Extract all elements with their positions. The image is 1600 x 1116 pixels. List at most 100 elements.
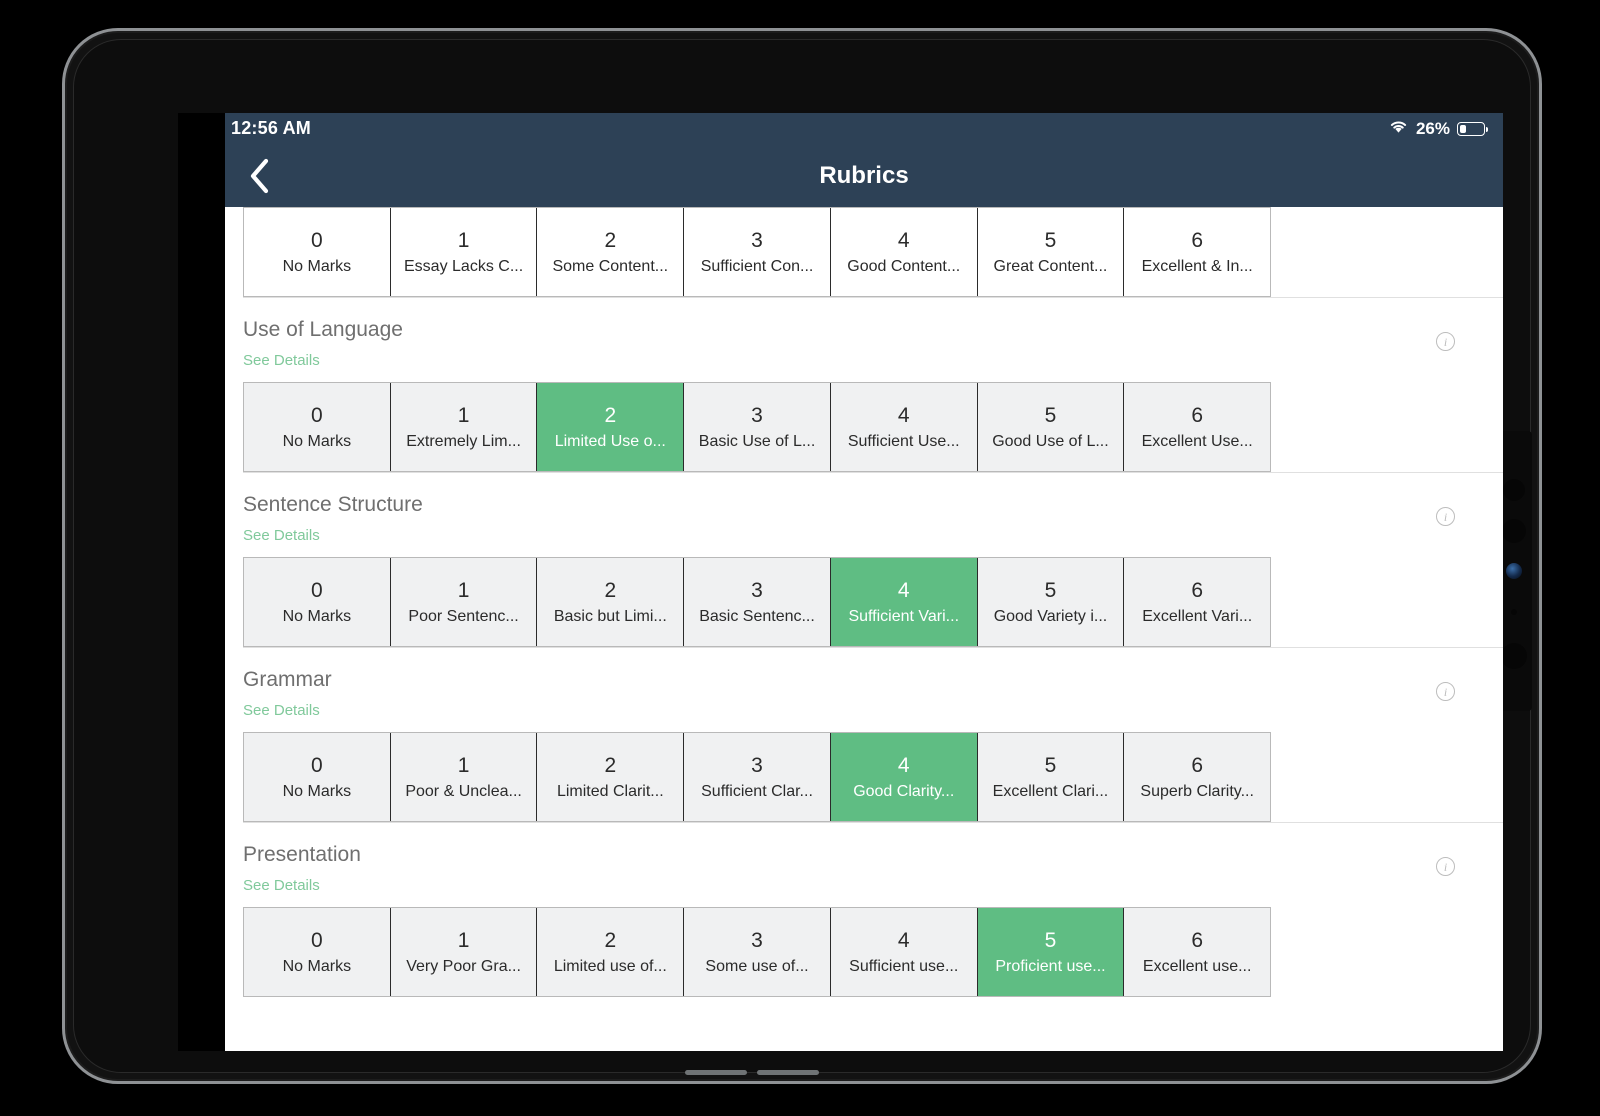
rubric-level-cell[interactable]: 6Superb Clarity... bbox=[1124, 733, 1270, 821]
level-label: Excellent Vari... bbox=[1142, 609, 1252, 625]
info-circle-icon[interactable]: i bbox=[1436, 507, 1455, 526]
section-header: Sentence Structure See Details i bbox=[225, 473, 1503, 545]
level-label: Sufficient use... bbox=[849, 959, 958, 975]
level-score: 6 bbox=[1191, 405, 1203, 426]
section-header: GrammarSee Detailsi bbox=[225, 648, 1503, 720]
rubric-level-cell[interactable]: 1Very Poor Gra... bbox=[391, 908, 538, 996]
level-label: No Marks bbox=[283, 959, 351, 975]
rubric-level-cell[interactable]: 0 No Marks bbox=[244, 733, 391, 821]
rubric-level-cell[interactable]: 1Poor & Unclea... bbox=[391, 733, 538, 821]
rubric-level-cell[interactable]: 6 Excellent Use... bbox=[1124, 383, 1270, 471]
level-label: Good Use of L... bbox=[992, 434, 1109, 450]
rubric-level-cell[interactable]: 5Great Content... bbox=[978, 208, 1125, 296]
level-score: 0 bbox=[311, 230, 323, 251]
level-score: 2 bbox=[604, 580, 616, 601]
rubric-level-cell[interactable]: 2 Basic but Limi... bbox=[537, 558, 684, 646]
rubric-level-cell[interactable]: 6 Excellent Vari... bbox=[1124, 558, 1270, 646]
rubric-section-presentation: PresentationSee Detailsi0No Marks1Very P… bbox=[225, 822, 1503, 997]
rubric-level-cell[interactable]: 6Excellent use... bbox=[1124, 908, 1270, 996]
level-label: Limited Use o... bbox=[555, 434, 666, 450]
level-label: Good Variety i... bbox=[994, 609, 1108, 625]
info-circle-icon[interactable]: i bbox=[1436, 332, 1455, 351]
rubric-level-cell[interactable]: 4Good Clarity... bbox=[831, 733, 978, 821]
rubric-level-cell[interactable]: 4Sufficient Use... bbox=[831, 383, 978, 471]
battery-icon bbox=[1457, 122, 1485, 136]
speaker-grille-left bbox=[685, 1070, 747, 1075]
level-label: Great Content... bbox=[994, 259, 1108, 275]
level-label: Some use of... bbox=[705, 959, 808, 975]
see-details-link[interactable]: See Details bbox=[243, 877, 320, 894]
rubric-level-cell[interactable]: 1Extremely Lim... bbox=[391, 383, 538, 471]
rubric-level-cell[interactable]: 5Good Use of L... bbox=[978, 383, 1125, 471]
level-label: Basic but Limi... bbox=[554, 609, 667, 625]
rubric-level-cell[interactable]: 5Proficient use... bbox=[978, 908, 1125, 996]
tablet-device-frame: 12:56 AM 26% bbox=[62, 28, 1542, 1084]
rubric-level-cell[interactable]: 3 Some use of... bbox=[684, 908, 831, 996]
rubric-level-cell[interactable]: 3 Basic Sentenc... bbox=[684, 558, 831, 646]
rubric-level-cell[interactable]: 3Sufficient Clar... bbox=[684, 733, 831, 821]
level-label: Good Content... bbox=[847, 259, 960, 275]
level-label: Excellent Use... bbox=[1142, 434, 1253, 450]
rubric-level-cell[interactable]: 2 Some Content... bbox=[537, 208, 684, 296]
rubric-level-cell[interactable]: 0No Marks bbox=[244, 383, 391, 471]
rubric-level-cell[interactable]: 4 Sufficient Vari... bbox=[831, 558, 978, 646]
level-score: 0 bbox=[311, 755, 323, 776]
see-details-link[interactable]: See Details bbox=[243, 352, 320, 369]
level-label: Sufficient Vari... bbox=[848, 609, 959, 625]
front-camera-icon bbox=[1506, 563, 1522, 579]
rubric-level-cell[interactable]: 2 Limited Clarit... bbox=[537, 733, 684, 821]
section-title: Use of Language bbox=[243, 317, 1503, 343]
rubric-level-cell[interactable]: 1Essay Lacks C... bbox=[391, 208, 538, 296]
level-label: Basic Sentenc... bbox=[699, 609, 815, 625]
rubric-section-content: 0 No Marks 1Essay Lacks C... 2 Some Content.… bbox=[225, 207, 1503, 297]
rubric-level-cell[interactable]: 2 Limited use of... bbox=[537, 908, 684, 996]
level-label: Very Poor Gra... bbox=[406, 959, 521, 975]
rubric-scale: 0No Marks1Extremely Lim...2Limited Use o… bbox=[243, 382, 1271, 472]
back-button[interactable] bbox=[237, 154, 281, 198]
see-details-link[interactable]: See Details bbox=[243, 527, 320, 544]
level-score: 2 bbox=[604, 755, 616, 776]
level-score: 4 bbox=[898, 580, 910, 601]
info-circle-icon[interactable]: i bbox=[1436, 857, 1455, 876]
rubric-level-cell[interactable]: 4Sufficient use... bbox=[831, 908, 978, 996]
rubric-level-cell[interactable]: 5Good Variety i... bbox=[978, 558, 1125, 646]
device-screen: 12:56 AM 26% bbox=[178, 113, 1503, 1051]
level-label: Limited Clarit... bbox=[557, 784, 664, 800]
level-label: No Marks bbox=[283, 259, 351, 275]
level-label: Sufficient Con... bbox=[701, 259, 814, 275]
level-label: Excellent use... bbox=[1143, 959, 1252, 975]
rubric-level-cell[interactable]: 6Excellent & In... bbox=[1124, 208, 1270, 296]
level-label: Good Clarity... bbox=[853, 784, 954, 800]
rubric-scale: 0 No Marks 1Poor & Unclea... 2 Limited Clari… bbox=[243, 732, 1271, 822]
level-label: Limited use of... bbox=[554, 959, 667, 975]
rubric-list[interactable]: 0No Marks1Essay Lacks C...2Some Content.… bbox=[225, 207, 1503, 1051]
rubric-level-cell[interactable]: 3Basic Use of L... bbox=[684, 383, 831, 471]
rubric-level-cell[interactable]: 0No Marks bbox=[244, 558, 391, 646]
level-score: 3 bbox=[751, 405, 763, 426]
rubric-level-cell[interactable]: 3Sufficient Con... bbox=[684, 208, 831, 296]
level-score: 6 bbox=[1191, 580, 1203, 601]
see-details-link[interactable]: See Details bbox=[243, 702, 320, 719]
level-score: 3 bbox=[751, 755, 763, 776]
section-title: Sentence Structure bbox=[243, 492, 1503, 518]
level-label: Proficient use... bbox=[995, 959, 1105, 975]
rubric-level-cell[interactable]: 1Poor Sentenc... bbox=[391, 558, 538, 646]
level-label: Essay Lacks C... bbox=[404, 259, 523, 275]
rubric-level-cell[interactable]: 0No Marks bbox=[244, 908, 391, 996]
navigation-bar: Rubrics bbox=[225, 144, 1503, 207]
level-label: No Marks bbox=[283, 784, 351, 800]
level-score: 3 bbox=[751, 580, 763, 601]
level-score: 2 bbox=[604, 930, 616, 951]
level-score: 5 bbox=[1045, 755, 1057, 776]
battery-fill bbox=[1460, 125, 1466, 133]
level-label: Poor Sentenc... bbox=[408, 609, 518, 625]
rubric-level-cell[interactable]: 4Good Content... bbox=[831, 208, 978, 296]
level-score: 3 bbox=[751, 930, 763, 951]
rubric-level-cell[interactable]: 2Limited Use o... bbox=[537, 383, 684, 471]
microphone-dot-icon bbox=[1511, 609, 1517, 615]
rubric-level-cell[interactable]: 5Excellent Clari... bbox=[978, 733, 1125, 821]
info-circle-icon[interactable]: i bbox=[1436, 682, 1455, 701]
level-label: Some Content... bbox=[552, 259, 668, 275]
level-score: 2 bbox=[604, 230, 616, 251]
rubric-level-cell[interactable]: 0 No Marks bbox=[244, 208, 391, 296]
